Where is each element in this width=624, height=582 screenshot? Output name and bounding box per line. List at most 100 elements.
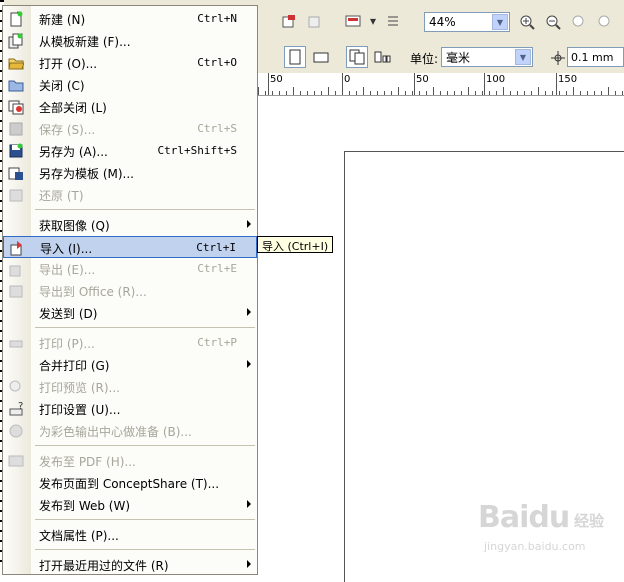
ruler-minor-tick <box>377 91 378 95</box>
save-template-icon <box>8 165 24 181</box>
menu-item-20[interactable]: 发布页面到 ConceptShare (T)... <box>3 472 257 494</box>
save-as-icon <box>8 143 24 159</box>
menu-separator <box>35 445 255 446</box>
ruler-minor-tick <box>272 91 273 95</box>
ruler-minor-tick <box>307 91 308 95</box>
menu-item-21[interactable]: 发布到 Web (W) <box>3 494 257 516</box>
ruler-minor-tick <box>482 91 483 95</box>
import-toolbar-icon[interactable] <box>280 12 298 30</box>
units-combo[interactable]: 毫米 ▼ <box>441 47 533 67</box>
ruler-minor-tick <box>265 91 266 95</box>
nudge-distance-input[interactable]: 0.1 mm <box>567 47 624 67</box>
menu-item-15[interactable]: 合并打印 (G) <box>3 354 257 376</box>
ruler-minor-tick <box>412 91 413 95</box>
menu-item-label: 获取图像 (Q) <box>39 219 110 233</box>
menu-separator <box>35 549 255 550</box>
all-pages-icon[interactable] <box>346 46 368 68</box>
menu-item-19: 发布至 PDF (H)... <box>3 450 257 472</box>
ruler-minor-tick <box>524 91 525 95</box>
menu-item-label: 打印 (P)... <box>39 337 95 351</box>
menu-item-12: 导出到 Office (R)... <box>3 280 257 302</box>
menu-item-18: 为彩色输出中心做准备 (B)... <box>3 420 257 442</box>
menu-item-6[interactable]: 另存为 (A)... Ctrl+Shift+S <box>3 140 257 162</box>
ruler-minor-tick <box>384 91 385 95</box>
menu-item-7[interactable]: 另存为模板 (M)... <box>3 162 257 184</box>
submenu-arrow-icon <box>247 360 251 368</box>
menu-item-0[interactable]: 新建 (N) Ctrl+N <box>3 8 257 30</box>
ruler-minor-tick <box>573 87 574 95</box>
print-setup-icon: ? <box>8 401 24 417</box>
zoom-out-icon[interactable] <box>544 13 562 31</box>
menu-item-shortcut: Ctrl+P <box>197 336 237 349</box>
prepare-service-icon <box>8 423 24 439</box>
menu-item-3[interactable]: 关闭 (C) <box>3 74 257 96</box>
menu-item-11: 导出 (E)... Ctrl+E <box>3 258 257 280</box>
menu-item-13[interactable]: 发送到 (D) <box>3 302 257 324</box>
units-dropdown-arrow[interactable]: ▼ <box>515 49 531 65</box>
menu-item-label: 新建 (N) <box>39 13 86 27</box>
ruler-minor-tick <box>440 91 441 95</box>
ruler-minor-tick <box>335 91 336 95</box>
save-icon <box>8 121 24 137</box>
submenu-arrow-icon <box>247 308 251 316</box>
ruler-minor-tick <box>615 91 616 95</box>
menu-item-label: 另存为模板 (M)... <box>39 167 134 181</box>
zoom-combo[interactable]: 44% ▼ <box>424 12 510 32</box>
export-icon <box>8 261 24 277</box>
file-menu: 新建 (N) Ctrl+N 从模板新建 (F)... 打开 (O)... Ctrl+O 关… <box>2 5 258 575</box>
zoom-dropdown-arrow[interactable]: ▼ <box>492 14 508 30</box>
menu-item-22[interactable]: 文档属性 (P)... <box>3 524 257 546</box>
open-folder-icon <box>8 55 24 71</box>
ruler-minor-tick <box>510 91 511 95</box>
ruler-minor-tick <box>496 91 497 95</box>
export-toolbar-icon[interactable] <box>306 12 324 30</box>
ruler-minor-tick <box>503 87 504 95</box>
ruler-minor-tick <box>433 87 434 95</box>
ruler-minor-tick <box>594 91 595 95</box>
ruler-minor-tick <box>461 91 462 95</box>
current-page-icon[interactable] <box>374 48 392 66</box>
menu-item-10[interactable]: 导入 (I)... Ctrl+I <box>3 236 257 258</box>
portrait-icon[interactable] <box>284 46 306 68</box>
horizontal-ruler: 50 0 50 100 150 <box>258 73 624 96</box>
ruler-minor-tick <box>391 91 392 95</box>
nudge-icon <box>549 49 567 67</box>
menu-item-label: 导入 (I)... <box>40 242 93 256</box>
ruler-minor-tick <box>363 87 364 95</box>
zoom-in-icon[interactable] <box>518 13 536 31</box>
watermark-main: Baidu <box>478 500 570 535</box>
menu-item-label: 从模板新建 (F)... <box>39 35 131 49</box>
menu-item-shortcut: Ctrl+S <box>197 122 237 135</box>
ruler-minor-tick <box>328 87 329 95</box>
print-preview-icon <box>8 379 24 395</box>
zoom-selected-icon[interactable] <box>570 13 588 31</box>
menu-item-label: 打印预览 (R)... <box>39 381 120 395</box>
ruler-minor-tick <box>286 91 287 95</box>
ruler-minor-tick <box>545 91 546 95</box>
import-icon <box>9 240 25 256</box>
watermark-sub: jingyan.baidu.com <box>484 540 586 553</box>
submenu-arrow-icon <box>247 220 251 228</box>
ruler-minor-tick <box>349 91 350 95</box>
ruler-minor-tick <box>279 91 280 95</box>
ruler-minor-tick <box>398 87 399 95</box>
menu-item-4[interactable]: 全部关闭 (L) <box>3 96 257 118</box>
zoom-all-icon[interactable] <box>596 13 614 31</box>
menu-item-9[interactable]: 获取图像 (Q) <box>3 214 257 236</box>
ruler-minor-tick <box>538 87 539 95</box>
app-launcher-icon[interactable] <box>344 12 362 30</box>
dropdown-arrow-icon[interactable]: ▾ <box>364 12 382 30</box>
watermark-cn: 经验 <box>574 512 605 530</box>
menu-item-1[interactable]: 从模板新建 (F)... <box>3 30 257 52</box>
options-icon[interactable] <box>384 12 402 30</box>
menu-item-2[interactable]: 打开 (O)... Ctrl+O <box>3 52 257 74</box>
menu-item-23[interactable]: 打开最近用过的文件 (R) <box>3 554 257 574</box>
ruler-minor-tick <box>370 91 371 95</box>
template-new-icon <box>8 33 24 49</box>
ruler-minor-tick <box>622 91 623 95</box>
menu-item-17[interactable]: ? 打印设置 (U)... <box>3 398 257 420</box>
landscape-icon[interactable] <box>312 48 330 66</box>
ruler-major-tick <box>556 73 557 95</box>
menu-item-shortcut: Ctrl+N <box>197 12 237 25</box>
ruler-minor-tick <box>405 91 406 95</box>
